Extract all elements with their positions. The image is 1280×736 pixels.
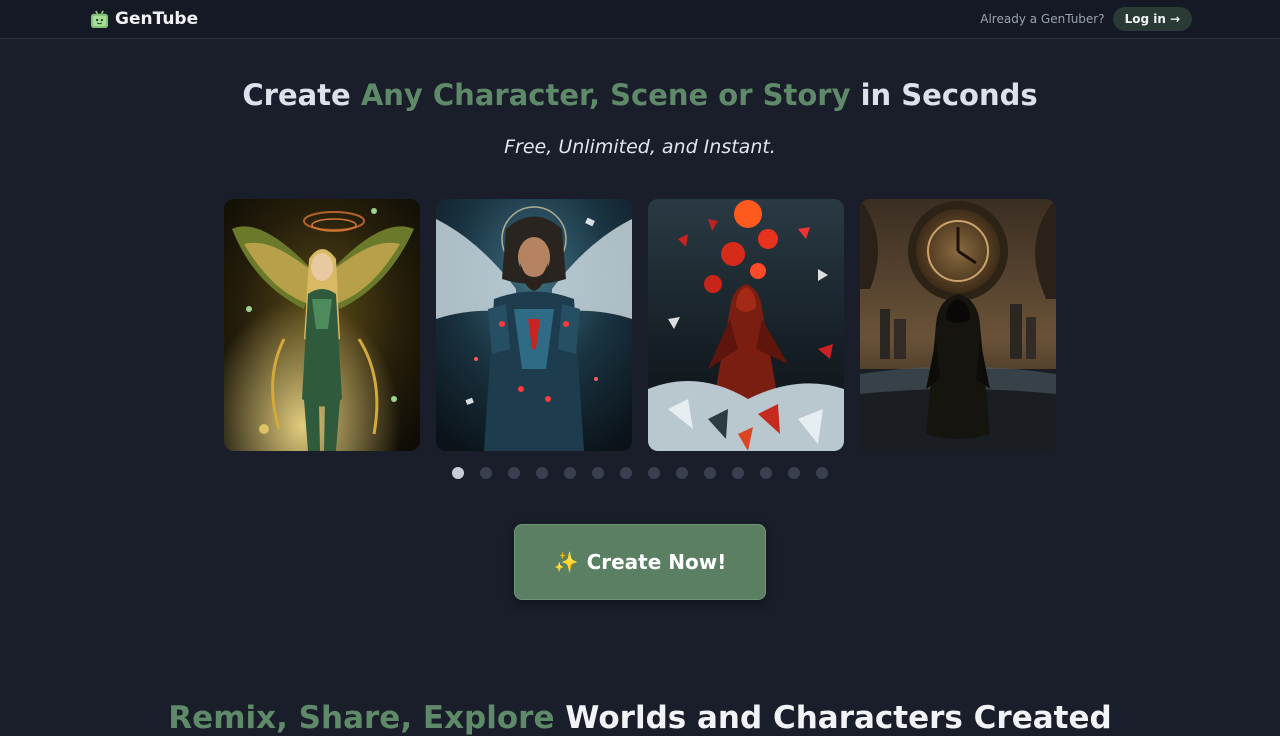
- create-now-label: Create Now!: [586, 550, 727, 574]
- login-label: Log in: [1124, 12, 1166, 26]
- carousel-dot[interactable]: [704, 467, 716, 479]
- carousel-dot[interactable]: [732, 467, 744, 479]
- carousel-slide-winged-armored-man[interactable]: [436, 199, 632, 451]
- hero-title-post: in Seconds: [850, 78, 1038, 112]
- hero-title: Create Any Character, Scene or Story in …: [0, 78, 1280, 112]
- section-title-rest: Worlds and Characters Created: [554, 700, 1112, 736]
- section-title: Remix, Share, Explore Worlds and Charact…: [0, 700, 1280, 736]
- login-area: Already a GenTuber? Log in →: [980, 7, 1192, 31]
- carousel-dot[interactable]: [592, 467, 604, 479]
- carousel-dot[interactable]: [676, 467, 688, 479]
- hero-title-pre: Create: [242, 78, 361, 112]
- carousel-pagination: [452, 467, 828, 479]
- carousel-slide-hooded-figure-shards[interactable]: [648, 199, 844, 451]
- winged-armored-man-image: [436, 199, 632, 451]
- carousel-dot[interactable]: [508, 467, 520, 479]
- carousel-dot[interactable]: [788, 467, 800, 479]
- already-member-text: Already a GenTuber?: [980, 12, 1105, 26]
- carousel-dot[interactable]: [564, 467, 576, 479]
- carousel-dot[interactable]: [648, 467, 660, 479]
- carousel-dot[interactable]: [620, 467, 632, 479]
- hero-subtitle: Free, Unlimited, and Instant.: [504, 136, 776, 158]
- carousel-dot[interactable]: [536, 467, 548, 479]
- carousel-slide-hooded-figure-clock[interactable]: [860, 199, 1056, 451]
- sparkles-icon: ✨: [553, 550, 579, 574]
- hero-title-accent: Any Character, Scene or Story: [360, 78, 851, 112]
- hooded-figure-clock-image: [860, 199, 1056, 451]
- hooded-figure-shards-image: [648, 199, 844, 451]
- tv-robot-icon: [90, 10, 109, 28]
- carousel-dot[interactable]: [760, 467, 772, 479]
- carousel-dot[interactable]: [816, 467, 828, 479]
- carousel-slide-winged-angel-woman[interactable]: [224, 199, 420, 451]
- winged-angel-woman-image: [224, 199, 420, 451]
- section-title-accent: Remix, Share, Explore: [168, 700, 555, 736]
- brand-logo[interactable]: GenTube: [90, 8, 198, 30]
- brand-name: GenTube: [115, 9, 199, 29]
- showcase-carousel: [224, 199, 1056, 451]
- arrow-right-icon: →: [1169, 12, 1180, 26]
- carousel-dot[interactable]: [480, 467, 492, 479]
- create-now-button[interactable]: ✨ Create Now!: [514, 524, 766, 600]
- carousel-dot[interactable]: [452, 467, 464, 479]
- login-button[interactable]: Log in →: [1112, 7, 1192, 31]
- top-nav: GenTube Already a GenTuber? Log in →: [0, 0, 1280, 39]
